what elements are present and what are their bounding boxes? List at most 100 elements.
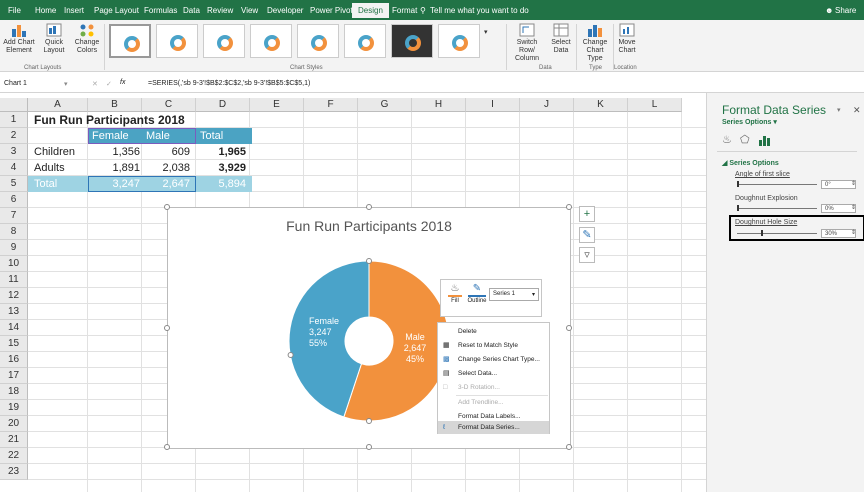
chart-style-7[interactable] <box>391 24 433 58</box>
slider-thumb[interactable] <box>737 181 739 187</box>
series-select[interactable]: Series 1 ▾ <box>489 288 539 301</box>
row-header-12[interactable]: 12 <box>0 288 28 304</box>
tab-developer[interactable]: Developer <box>267 6 303 15</box>
effects-tab-icon[interactable]: ⬠ <box>740 133 750 146</box>
data-label-male-value[interactable]: 2,647 <box>404 343 427 353</box>
menu-item-reset-to-match-style[interactable]: ▦ Reset to Match Style <box>438 339 549 353</box>
outline-button[interactable]: ✎ Outline <box>466 283 488 304</box>
data-label-female-percent[interactable]: 55% <box>309 338 327 348</box>
cell-adults-female[interactable]: 1,891 <box>88 160 140 176</box>
series-selection-handle[interactable] <box>366 418 372 424</box>
angle-slider[interactable] <box>737 181 817 187</box>
close-icon[interactable]: ✕ <box>853 105 861 116</box>
column-header-e[interactable]: E <box>250 98 304 112</box>
data-label-male-percent[interactable]: 45% <box>406 354 424 364</box>
column-header-d[interactable]: D <box>196 98 250 112</box>
row-header-5[interactable]: 5 <box>0 176 28 192</box>
header-total[interactable]: Total <box>200 128 223 144</box>
row-header-8[interactable]: 8 <box>0 224 28 240</box>
resize-handle[interactable] <box>566 325 572 331</box>
data-label-female-value[interactable]: 3,247 <box>309 327 332 337</box>
menu-item-change-series-chart-type[interactable]: ▩ Change Series Chart Type... <box>438 353 549 367</box>
chart-style-5[interactable] <box>297 24 339 58</box>
chart-filters-button[interactable]: ▿ <box>579 247 595 263</box>
column-header-f[interactable]: F <box>304 98 358 112</box>
row-header-1[interactable]: 1 <box>0 112 28 128</box>
row-header-19[interactable]: 19 <box>0 400 28 416</box>
fill-line-tab-icon[interactable]: ♨ <box>722 133 732 146</box>
column-header-a[interactable]: A <box>28 98 88 112</box>
header-female[interactable]: Female <box>92 128 129 144</box>
chart-style-6[interactable] <box>344 24 386 58</box>
row-header-2[interactable]: 2 <box>0 128 28 144</box>
series-options-tab-icon[interactable] <box>759 135 771 146</box>
chart-elements-button[interactable]: + <box>579 206 595 222</box>
styles-scroll-icon[interactable]: ▾ <box>484 28 488 36</box>
share-button[interactable]: Share <box>835 6 856 15</box>
tab-design[interactable]: Design <box>352 3 389 18</box>
sheet-title[interactable]: Fun Run Participants 2018 <box>34 112 185 128</box>
header-male[interactable]: Male <box>146 128 170 144</box>
spin-icon[interactable]: ⇕ <box>851 180 856 187</box>
name-box[interactable]: Chart 1 <box>4 80 60 87</box>
column-header-c[interactable]: C <box>142 98 196 112</box>
move-chart-button[interactable]: Move Chart <box>614 23 640 55</box>
switch-row-column-button[interactable]: Switch Row/ Column <box>510 23 544 63</box>
row-header-11[interactable]: 11 <box>0 272 28 288</box>
resize-handle[interactable] <box>366 444 372 450</box>
row-header-20[interactable]: 20 <box>0 416 28 432</box>
chart-styles-brush-button[interactable]: ✎ <box>579 227 595 243</box>
resize-handle[interactable] <box>164 444 170 450</box>
menu-item-add-trendline[interactable]: Add Trendline... <box>438 396 549 410</box>
row-header-14[interactable]: 14 <box>0 320 28 336</box>
series-selection-handle[interactable] <box>287 352 294 358</box>
resize-handle[interactable] <box>164 204 170 210</box>
row-header-16[interactable]: 16 <box>0 352 28 368</box>
tab-view[interactable]: View <box>241 6 258 15</box>
tab-home[interactable]: Home <box>35 6 56 15</box>
menu-item-delete[interactable]: Delete <box>438 325 549 339</box>
hole-size-slider[interactable] <box>737 230 817 236</box>
row-label-total[interactable]: Total <box>34 176 57 192</box>
menu-item-format-data-series[interactable]: ℓ Format Data Series... <box>438 421 549 434</box>
row-header-10[interactable]: 10 <box>0 256 28 272</box>
fill-button[interactable]: ♨ Fill <box>446 283 464 304</box>
select-all-corner[interactable] <box>0 98 28 112</box>
cell-adults-male[interactable]: 2,038 <box>142 160 190 176</box>
function-icon[interactable]: fx <box>120 79 125 86</box>
add-chart-element-button[interactable]: Add Chart Element <box>2 23 36 55</box>
chart-style-8[interactable] <box>438 24 480 58</box>
pane-options-chevron-icon[interactable]: ▾ <box>837 106 841 114</box>
column-header-b[interactable]: B <box>88 98 142 112</box>
row-label-adults[interactable]: Adults <box>34 160 65 176</box>
cell-children-female[interactable]: 1,356 <box>88 144 140 160</box>
tab-power-pivot[interactable]: Power Pivot <box>310 6 353 15</box>
chart-style-4[interactable] <box>250 24 292 58</box>
tab-file[interactable]: File <box>8 6 21 15</box>
cell-children-male[interactable]: 609 <box>142 144 190 160</box>
row-label-children[interactable]: Children <box>34 144 75 160</box>
column-header-i[interactable]: I <box>466 98 520 112</box>
row-header-7[interactable]: 7 <box>0 208 28 224</box>
menu-item-select-data[interactable]: ▤ Select Data... <box>438 367 549 381</box>
column-header-j[interactable]: J <box>520 98 574 112</box>
row-header-13[interactable]: 13 <box>0 304 28 320</box>
series-options-section[interactable]: ◢ Series Options <box>722 159 779 167</box>
cell-adults-total[interactable]: 3,929 <box>196 160 246 176</box>
menu-item-3d-rotation[interactable]: □ 3-D Rotation... <box>438 381 549 395</box>
change-colors-button[interactable]: Change Colors <box>72 23 102 55</box>
column-header-l[interactable]: L <box>628 98 682 112</box>
column-header-k[interactable]: K <box>574 98 628 112</box>
column-header-h[interactable]: H <box>412 98 466 112</box>
chart-style-3[interactable] <box>203 24 245 58</box>
series-options-dropdown[interactable]: Series Options ▾ <box>722 118 777 126</box>
chart-style-1[interactable] <box>109 24 151 58</box>
row-header-18[interactable]: 18 <box>0 384 28 400</box>
formula-input[interactable]: =SERIES(,'sb 9-3'!$B$2:$C$2,'sb 9-3'!$B$… <box>148 80 310 87</box>
name-box-dropdown-icon[interactable]: ▾ <box>64 80 68 88</box>
row-header-3[interactable]: 3 <box>0 144 28 160</box>
explosion-slider[interactable] <box>737 205 817 211</box>
resize-handle[interactable] <box>566 444 572 450</box>
resize-handle[interactable] <box>164 325 170 331</box>
resize-handle[interactable] <box>566 204 572 210</box>
